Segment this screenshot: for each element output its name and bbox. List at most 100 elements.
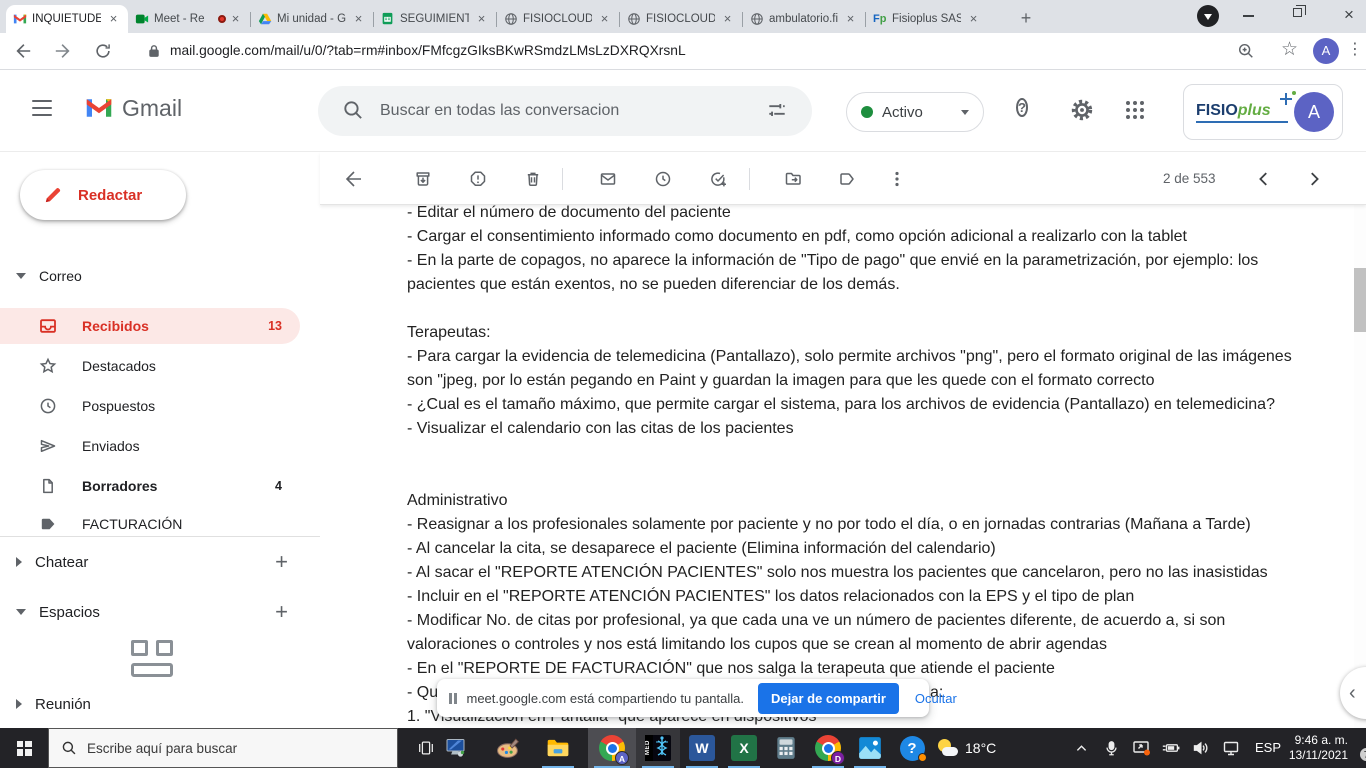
search-options-icon[interactable]: [766, 99, 788, 121]
delete-icon[interactable]: [513, 159, 553, 199]
browser-menu-icon[interactable]: ⋮: [1347, 39, 1363, 59]
labels-icon[interactable]: [827, 159, 867, 199]
sidebar-item-enviados[interactable]: Enviados: [0, 428, 300, 464]
browser-avatar[interactable]: A: [1313, 38, 1339, 64]
battery-icon[interactable]: [1156, 728, 1186, 768]
browser-tabs: INQUIETUDES × Meet - Re × Mi unidad - G …: [6, 5, 988, 33]
browser-tab-fisioplus[interactable]: Fp Fisioplus SAS ×: [866, 5, 988, 33]
sidebar-item-pospuestos[interactable]: Pospuestos: [0, 388, 300, 424]
browser-update-icon[interactable]: [1197, 5, 1219, 27]
tray-overflow-icon[interactable]: [1066, 728, 1096, 768]
search-icon[interactable]: [342, 99, 364, 121]
taskbar-app-help[interactable]: ?: [890, 728, 934, 768]
status-active-dot-icon: [861, 106, 873, 118]
taskbar-app-remote-desktop[interactable]: [434, 728, 478, 768]
tab-close-icon[interactable]: ×: [720, 12, 735, 27]
snooze-icon[interactable]: [643, 159, 683, 199]
older-email-icon[interactable]: [1294, 159, 1334, 199]
new-space-icon[interactable]: +: [275, 599, 288, 625]
taskbar-app-paint[interactable]: [486, 728, 530, 768]
back-to-inbox-icon[interactable]: [333, 159, 373, 199]
window-close-button[interactable]: ×: [1336, 2, 1362, 28]
browser-tab-fisiocloud-2[interactable]: FISIOCLOUD V ×: [620, 5, 742, 33]
taskbar-app-excel[interactable]: X: [722, 728, 766, 768]
browser-tab-fisiocloud-1[interactable]: FISIOCLOUD ×: [497, 5, 619, 33]
taskbar-app-word[interactable]: W: [680, 728, 724, 768]
sidebar-item-recibidos[interactable]: Recibidos 13: [0, 308, 300, 344]
scrollbar-thumb[interactable]: [1354, 268, 1366, 332]
notification-center-button[interactable]: 7: [1348, 736, 1366, 756]
new-tab-button[interactable]: +: [1014, 7, 1038, 31]
window-restore-button[interactable]: [1293, 8, 1302, 17]
sidebar-section-chatear[interactable]: Chatear +: [0, 546, 320, 578]
search-icon: [61, 740, 77, 756]
tab-close-icon[interactable]: ×: [351, 12, 366, 27]
stop-sharing-button[interactable]: Dejar de compartir: [758, 683, 899, 714]
chat-status-selector[interactable]: Activo: [846, 92, 984, 132]
tab-close-icon[interactable]: ×: [228, 12, 243, 27]
taskbar-search-box[interactable]: Escribe aquí para buscar: [48, 728, 398, 768]
screen-share-icon[interactable]: [1126, 728, 1156, 768]
move-to-folder-icon[interactable]: [773, 159, 813, 199]
sidebar-section-reunion[interactable]: Reunión: [0, 688, 320, 720]
report-spam-icon[interactable]: [458, 159, 498, 199]
tab-close-icon[interactable]: ×: [966, 12, 981, 27]
email-body-line: - Incluir en el "REPORTE ATENCIÓN PACIEN…: [407, 585, 1292, 609]
taskbar-app-photos[interactable]: [848, 728, 892, 768]
sidebar-item-destacados[interactable]: Destacados: [0, 348, 300, 384]
url-text[interactable]: mail.google.com/mail/u/0/?tab=rm#inbox/F…: [170, 33, 686, 69]
zoom-icon[interactable]: [1237, 42, 1255, 60]
language-indicator[interactable]: ESP: [1248, 728, 1288, 768]
bookmark-star-icon[interactable]: ☆: [1281, 38, 1298, 61]
sidebar-section-correo[interactable]: Correo: [0, 262, 320, 290]
gmail-logo[interactable]: Gmail: [84, 94, 182, 122]
forward-icon[interactable]: [54, 42, 72, 60]
taskbar-app-chrome-profile-a[interactable]: A: [588, 728, 636, 768]
taskbar-app-med-software[interactable]: MED: [636, 728, 680, 768]
search-bar[interactable]: Buscar en todas las conversacion: [318, 86, 812, 136]
newer-email-icon[interactable]: [1244, 159, 1284, 199]
tab-close-icon[interactable]: ×: [106, 12, 121, 27]
browser-tab-meet[interactable]: Meet - Re ×: [128, 5, 250, 33]
reload-icon[interactable]: [94, 42, 112, 60]
gmail-header: Gmail Buscar en todas las conversacion A…: [0, 70, 1366, 152]
tab-close-icon[interactable]: ×: [597, 12, 612, 27]
back-icon[interactable]: [14, 42, 32, 60]
taskbar-app-explorer[interactable]: [536, 728, 580, 768]
browser-tab-drive[interactable]: Mi unidad - G ×: [251, 5, 373, 33]
email-body-line: - Al cancelar la cita, se desaparece el …: [407, 537, 1292, 561]
meet-panel-expand-button[interactable]: ‹: [1340, 667, 1366, 719]
lock-icon[interactable]: [146, 43, 162, 59]
taskbar-app-chrome-profile-d[interactable]: D: [806, 728, 850, 768]
settings-gear-icon[interactable]: [1070, 98, 1096, 124]
new-chat-icon[interactable]: +: [275, 549, 288, 575]
sidebar-item-borradores[interactable]: Borradores 4: [0, 468, 300, 504]
more-options-icon[interactable]: [877, 159, 917, 199]
google-apps-grid-icon[interactable]: [1126, 98, 1152, 124]
compose-button[interactable]: Redactar: [20, 170, 186, 220]
scrollbar-track[interactable]: [1354, 152, 1366, 728]
main-menu-icon[interactable]: [32, 100, 52, 116]
browser-tab-inquietudes[interactable]: INQUIETUDES ×: [6, 5, 128, 33]
taskbar-weather-widget[interactable]: 18°C: [938, 728, 996, 768]
volume-icon[interactable]: [1186, 728, 1216, 768]
microphone-icon[interactable]: [1096, 728, 1126, 768]
add-to-tasks-icon[interactable]: [698, 159, 738, 199]
hide-banner-link[interactable]: Ocultar: [915, 691, 957, 706]
help-icon: ?: [900, 736, 925, 761]
window-minimize-button[interactable]: [1243, 15, 1254, 17]
tab-close-icon[interactable]: ×: [474, 12, 489, 27]
network-icon[interactable]: [1216, 728, 1246, 768]
start-button[interactable]: [0, 728, 48, 768]
browser-tab-sheets[interactable]: SEGUIMIENTO ×: [374, 5, 496, 33]
browser-tab-ambulatorio[interactable]: ambulatorio.fi ×: [743, 5, 865, 33]
sidebar-section-espacios[interactable]: Espacios +: [0, 596, 320, 628]
taskbar-clock[interactable]: 9:46 a. m. 13/11/2021: [1284, 733, 1348, 763]
photos-icon: [857, 735, 883, 761]
mark-unread-icon[interactable]: [588, 159, 628, 199]
taskbar-app-calculator[interactable]: [764, 728, 808, 768]
tab-close-icon[interactable]: ×: [843, 12, 858, 27]
help-icon[interactable]: ?: [1016, 98, 1042, 124]
account-avatar[interactable]: A: [1294, 92, 1334, 132]
archive-icon[interactable]: [403, 159, 443, 199]
